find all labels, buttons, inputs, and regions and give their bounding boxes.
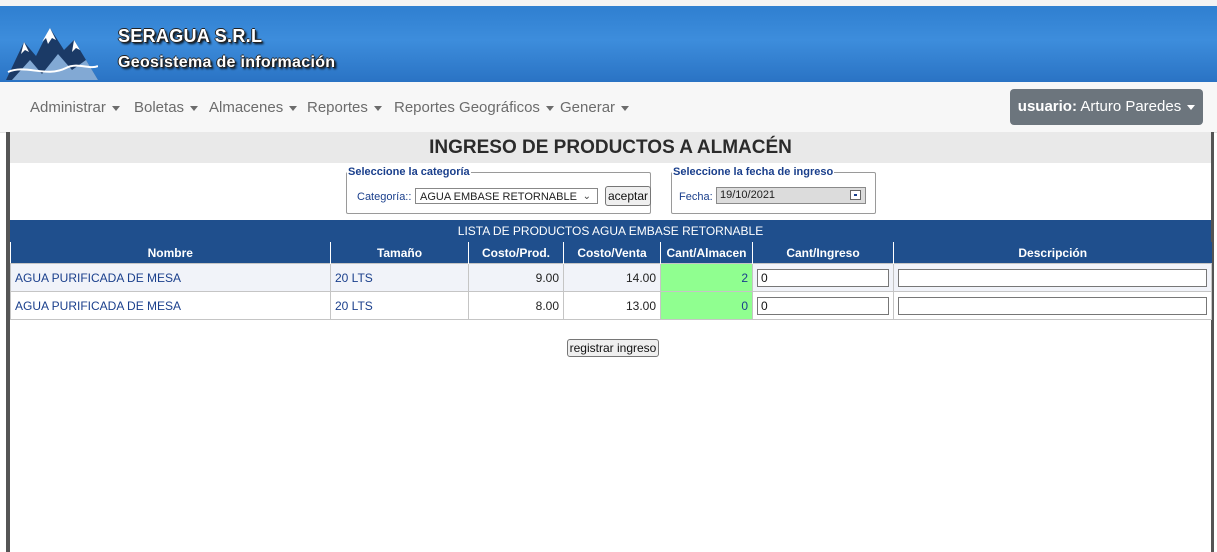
table-header-row: Nombre Tamaño Costo/Prod. Costo/Venta Ca… <box>10 242 1212 264</box>
caret-down-icon <box>289 105 298 111</box>
nav-label: Reportes Geográficos <box>394 99 540 116</box>
col-header-costo-prod: Costo/Prod. <box>468 242 564 264</box>
cell-costo-venta: 13.00 <box>563 291 661 320</box>
cell-cant-almacen: 0 <box>660 291 753 320</box>
nav-label: Reportes <box>307 99 368 116</box>
category-select[interactable]: AGUA EMBASE RETORNABLE ⌄ <box>415 188 598 204</box>
cell-tamano: 20 LTS <box>330 291 469 320</box>
caret-down-icon <box>1187 104 1196 110</box>
nav-label: Boletas <box>134 99 185 116</box>
page-title: INGRESO DE PRODUCTOS A ALMACÉN <box>429 137 792 158</box>
user-prefix: usuario: <box>1017 98 1077 115</box>
date-legend: Seleccione la fecha de ingreso <box>673 166 834 178</box>
chevron-down-icon: ⌄ <box>582 191 591 202</box>
descripcion-input[interactable] <box>898 296 1207 315</box>
caret-down-icon <box>545 105 554 111</box>
cell-nombre: AGUA PURIFICADA DE MESA <box>10 263 331 292</box>
descripcion-input[interactable] <box>898 268 1207 287</box>
caret-down-icon <box>373 105 382 111</box>
nav-boletas[interactable]: Boletas <box>134 99 199 116</box>
mountain-logo-icon <box>6 28 98 80</box>
system-subtitle: Geosistema de información <box>118 54 336 71</box>
cell-descripcion <box>893 263 1212 292</box>
nav-administrar[interactable]: Administrar <box>30 99 120 116</box>
caret-down-icon <box>621 105 630 111</box>
products-table: Nombre Tamaño Costo/Prod. Costo/Venta Ca… <box>10 242 1212 320</box>
cant-ingreso-input[interactable]: 0 <box>757 296 889 315</box>
cell-costo-prod: 8.00 <box>468 291 564 320</box>
nav-label: Almacenes <box>209 99 284 116</box>
product-list-title: LISTA DE PRODUCTOS AGUA EMBASE RETORNABL… <box>10 220 1211 242</box>
register-entry-button[interactable]: registrar ingreso <box>567 339 659 357</box>
cant-ingreso-input[interactable]: 0 <box>757 268 889 287</box>
cell-cant-ingreso: 0 <box>752 291 894 320</box>
table-row: AGUA PURIFICADA DE MESA 20 LTS 8.00 13.0… <box>10 291 1212 320</box>
nav-reportes-geograficos[interactable]: Reportes Geográficos <box>394 99 554 116</box>
col-header-cant-almacen: Cant/Almacen <box>660 242 753 264</box>
nav-generar[interactable]: Generar <box>560 99 630 116</box>
date-input[interactable]: 19/10/2021 <box>716 187 866 204</box>
date-value: 19/10/2021 <box>720 189 776 201</box>
col-header-nombre: Nombre <box>10 242 331 264</box>
nav-label: Administrar <box>30 99 106 116</box>
calendar-icon[interactable] <box>850 190 861 200</box>
accept-button[interactable]: aceptar <box>605 186 651 206</box>
category-selected-value: AGUA EMBASE RETORNABLE <box>420 191 577 203</box>
company-name: SERAGUA S.R.L <box>118 26 263 46</box>
cell-descripcion <box>893 291 1212 320</box>
nav-reportes[interactable]: Reportes <box>307 99 382 116</box>
cell-cant-ingreso: 0 <box>752 263 894 292</box>
category-legend: Seleccione la categoría <box>348 166 470 178</box>
cell-costo-venta: 14.00 <box>563 263 661 292</box>
content-border-left <box>6 132 10 552</box>
caret-down-icon <box>190 105 199 111</box>
page-title-bar: INGRESO DE PRODUCTOS A ALMACÉN <box>10 132 1211 163</box>
user-menu-button[interactable]: usuario: Arturo Paredes <box>1010 89 1203 125</box>
user-name: Arturo Paredes <box>1080 98 1182 115</box>
category-label: Categoría:: <box>357 191 412 203</box>
col-header-cant-ingreso: Cant/Ingreso <box>752 242 894 264</box>
caret-down-icon <box>111 105 120 111</box>
date-label: Fecha: <box>679 191 713 203</box>
cell-tamano: 20 LTS <box>330 263 469 292</box>
col-header-tamano: Tamaño <box>330 242 469 264</box>
nav-label: Generar <box>560 99 616 116</box>
content-border-right <box>1211 132 1214 552</box>
col-header-costo-venta: Costo/Venta <box>563 242 661 264</box>
nav-almacenes[interactable]: Almacenes <box>209 99 298 116</box>
table-row: AGUA PURIFICADA DE MESA 20 LTS 9.00 14.0… <box>10 263 1212 292</box>
cell-costo-prod: 9.00 <box>468 263 564 292</box>
col-header-descripcion: Descripción <box>893 242 1212 264</box>
cell-cant-almacen: 2 <box>660 263 753 292</box>
header-banner: SERAGUA S.R.L Geosistema de información <box>0 6 1217 82</box>
cell-nombre: AGUA PURIFICADA DE MESA <box>10 291 331 320</box>
